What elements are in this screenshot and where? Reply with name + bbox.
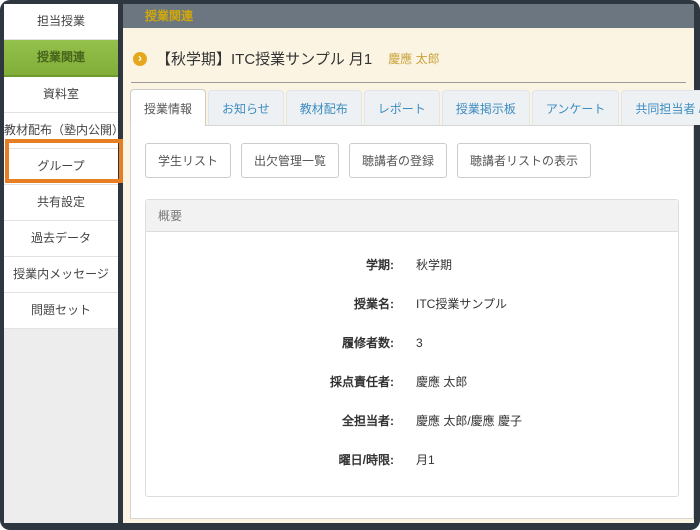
student-list-button[interactable]: 学生リスト xyxy=(145,143,231,178)
field-row-all-instructors: 全担当者: 慶應 太郎/慶應 慶子 xyxy=(146,401,678,440)
field-label: 採点責任者: xyxy=(146,373,394,390)
field-value: 月1 xyxy=(416,451,435,468)
field-row-grading-lead: 採点責任者: 慶應 太郎 xyxy=(146,362,678,401)
tab-reports[interactable]: レポート xyxy=(364,90,440,125)
field-value: 3 xyxy=(416,336,423,350)
main-area: 授業関連 › 【秋学期】ITC授業サンプル 月1 慶應 太郎 授業情報 お知らせ… xyxy=(123,4,694,523)
sidebar-item-assigned-classes[interactable]: 担当授業 xyxy=(4,4,118,40)
sidebar-item-class-messages[interactable]: 授業内メッセージ xyxy=(4,257,118,293)
sidebar-item-class-related[interactable]: 授業関連 xyxy=(4,40,118,77)
sidebar-item-question-sets[interactable]: 問題セット xyxy=(4,293,118,329)
overview-section-body: 学期: 秋学期 授業名: ITC授業サンプル 履修者数: 3 採点責任者: 慶應… xyxy=(146,232,678,496)
field-value: ITC授業サンプル xyxy=(416,295,507,312)
field-label: 授業名: xyxy=(146,295,394,312)
overview-section-header: 概要 xyxy=(146,200,678,232)
field-row-semester: 学期: 秋学期 xyxy=(146,245,678,284)
field-row-enrolled-count: 履修者数: 3 xyxy=(146,323,678,362)
page-header: › 【秋学期】ITC授業サンプル 月1 慶應 太郎 xyxy=(123,28,694,79)
field-label: 全担当者: xyxy=(146,412,394,429)
field-row-class-name: 授業名: ITC授業サンプル xyxy=(146,284,678,323)
tab-survey[interactable]: アンケート xyxy=(532,90,620,125)
page-title: 【秋学期】ITC授業サンプル 月1 xyxy=(156,48,372,69)
app-window: 担当授業 授業関連 資料室 教材配布（塾内公開） グループ 共有設定 過去データ… xyxy=(0,0,700,530)
sidebar: 担当授業 授業関連 資料室 教材配布（塾内公開） グループ 共有設定 過去データ… xyxy=(4,4,118,523)
attendance-management-button[interactable]: 出欠管理一覧 xyxy=(241,143,339,178)
overview-section: 概要 学期: 秋学期 授業名: ITC授業サンプル 履修者数: 3 xyxy=(145,199,679,497)
tab-class-board[interactable]: 授業掲示板 xyxy=(442,90,530,125)
tab-content-panel: 学生リスト 出欠管理一覧 聴講者の登録 聴講者リストの表示 概要 学期: 秋学期… xyxy=(130,125,694,519)
field-value: 秋学期 xyxy=(416,256,452,273)
field-value: 慶應 太郎/慶應 慶子 xyxy=(416,412,522,429)
sidebar-item-materials-room[interactable]: 資料室 xyxy=(4,77,118,113)
sidebar-item-group[interactable]: グループ xyxy=(4,149,118,185)
field-label: 学期: xyxy=(146,256,394,273)
tab-co-instructors[interactable]: 共同担当者 / 授業補助者 xyxy=(621,90,700,125)
tab-announcements[interactable]: お知らせ xyxy=(208,90,284,125)
field-row-day-period: 曜日/時限: 月1 xyxy=(146,440,678,479)
field-label: 曜日/時限: xyxy=(146,451,394,468)
tab-class-info[interactable]: 授業情報 xyxy=(130,89,206,126)
action-button-row: 学生リスト 出欠管理一覧 聴講者の登録 聴講者リストの表示 xyxy=(145,143,679,178)
sidebar-item-share-settings[interactable]: 共有設定 xyxy=(4,185,118,221)
sidebar-item-material-distribution[interactable]: 教材配布（塾内公開） xyxy=(4,113,118,149)
field-label: 履修者数: xyxy=(146,334,394,351)
breadcrumb-bar: 授業関連 xyxy=(123,4,694,28)
header-divider xyxy=(131,82,686,83)
instructor-name-link[interactable]: 慶應 太郎 xyxy=(388,50,439,67)
breadcrumb: 授業関連 xyxy=(145,9,193,23)
tab-material-distribution[interactable]: 教材配布 xyxy=(286,90,362,125)
sidebar-item-past-data[interactable]: 過去データ xyxy=(4,221,118,257)
tab-bar: 授業情報 お知らせ 教材配布 レポート 授業掲示板 アンケート 共同担当者 / … xyxy=(123,89,694,125)
chevron-right-icon: › xyxy=(133,52,147,66)
auditor-list-button[interactable]: 聴講者リストの表示 xyxy=(457,143,591,178)
auditor-register-button[interactable]: 聴講者の登録 xyxy=(349,143,447,178)
field-value: 慶應 太郎 xyxy=(416,373,467,390)
